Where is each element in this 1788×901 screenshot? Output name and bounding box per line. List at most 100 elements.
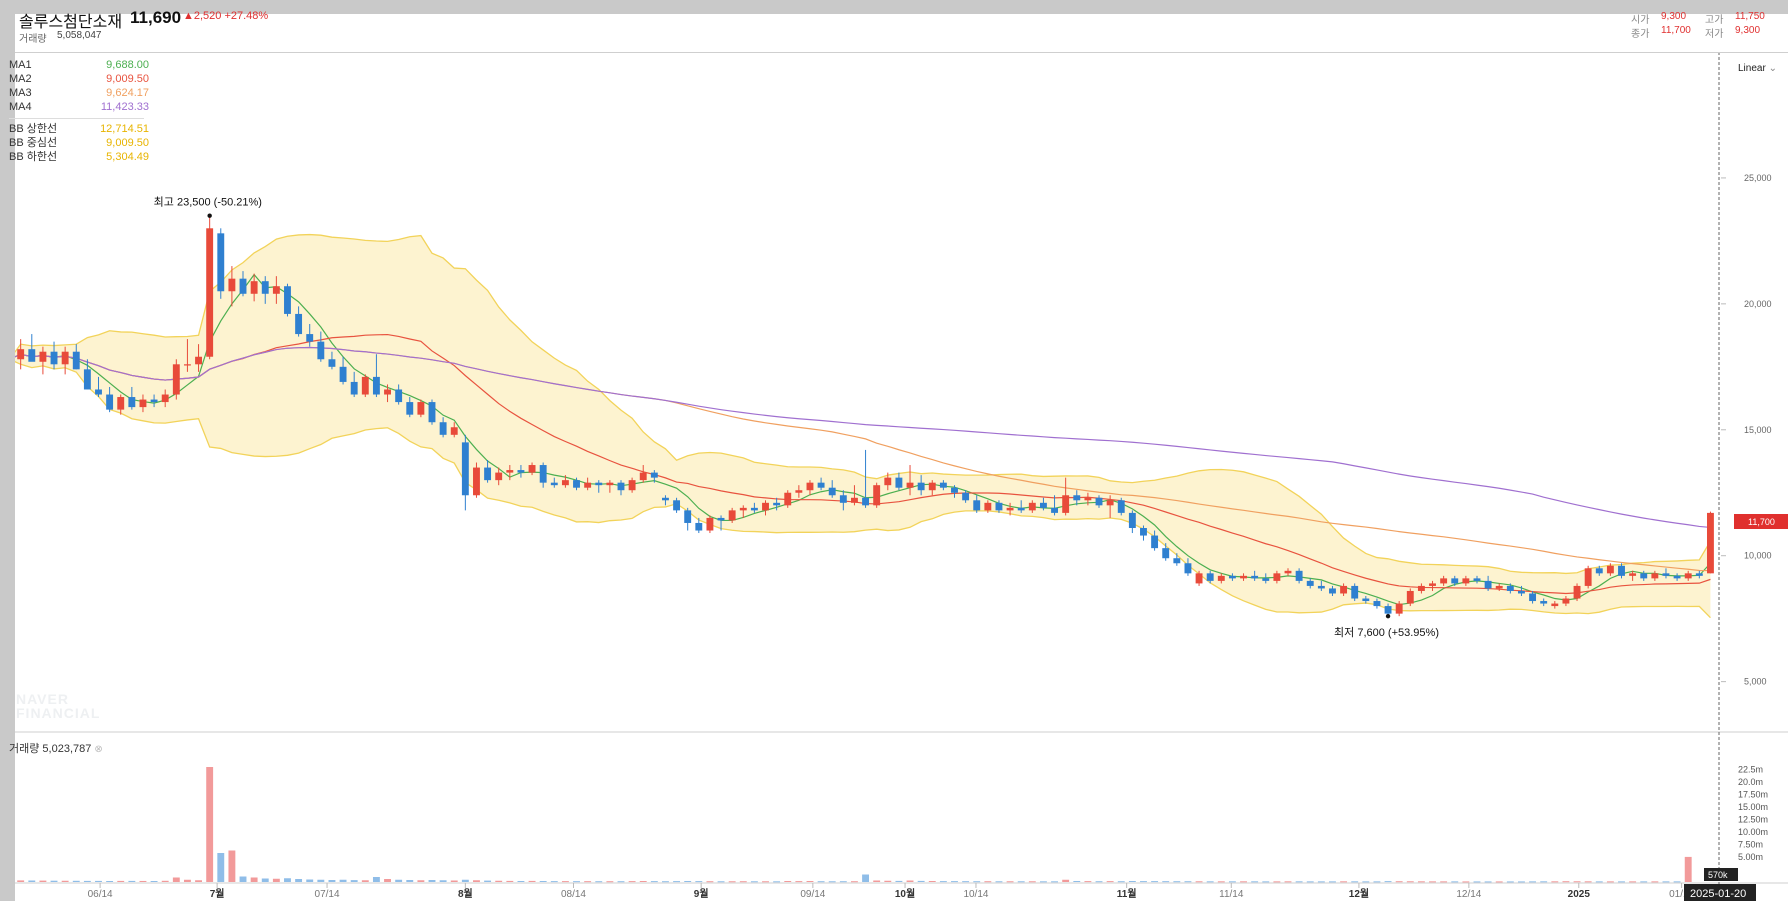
volume-bar [650, 881, 658, 883]
candle [106, 394, 114, 410]
crosshair-date: 2025-01-20 [1690, 888, 1746, 900]
scale-selector[interactable]: Linear ⌄ [1738, 63, 1777, 74]
x-tick-label: 11월 [1117, 888, 1137, 900]
volume-bar [1417, 881, 1425, 883]
candle [862, 497, 870, 506]
volume-bar [806, 881, 814, 882]
candle [684, 510, 692, 523]
volume-bar [372, 877, 380, 882]
candle [1228, 575, 1236, 579]
legend-name: MA3 [9, 87, 32, 99]
volume-bar [1673, 881, 1681, 883]
legend-divider [9, 118, 144, 119]
volume-tick-label: 12.50m [1738, 815, 1768, 825]
candle [350, 381, 358, 395]
volume-bar [606, 881, 614, 883]
x-tick-label: 8월 [458, 888, 473, 900]
indicator-legend: MA1 9,688.00 MA2 9,009.50 MA3 9,624.17 MA4 11,4… [9, 58, 149, 164]
candle [850, 497, 858, 503]
x-tick-label: 7월 [210, 888, 225, 900]
candle [1295, 570, 1303, 581]
volume-bar [439, 880, 447, 882]
candle [239, 278, 247, 294]
legend-ma-0: MA1 9,688.00 [9, 58, 149, 72]
candle [1662, 573, 1670, 576]
candle [1451, 578, 1459, 584]
volume-bar [873, 880, 881, 882]
candle [1184, 563, 1192, 574]
volume-value: 5,058,047 [57, 30, 102, 41]
open-price: 시가 9,300 [1631, 11, 1687, 26]
volume-bar [183, 879, 191, 882]
candle [639, 472, 647, 481]
x-tick-label: 10/14 [963, 889, 988, 900]
volume-bar [161, 880, 169, 882]
candle [1562, 598, 1570, 604]
volume-bar [450, 880, 458, 882]
volume-bar [72, 880, 80, 882]
candle [1084, 497, 1092, 501]
x-tick-label: 08/14 [561, 889, 586, 900]
candle [595, 482, 603, 486]
volume-bar [1640, 881, 1648, 883]
volume-bar [1684, 856, 1692, 882]
volume-bar [295, 879, 303, 882]
current-price-tag: 11,700 [1748, 517, 1775, 527]
volume-bar [350, 880, 358, 882]
candle [528, 465, 536, 473]
legend-name: MA1 [9, 59, 32, 71]
volume-tick-label: 10.00m [1738, 827, 1768, 837]
volume-bar [773, 881, 781, 883]
volume-bar [662, 881, 669, 883]
volume-bar [217, 853, 225, 882]
volume-label: 거래량 [19, 34, 47, 45]
volume-bar [1106, 881, 1114, 883]
x-tick-label: 11/14 [1219, 889, 1244, 900]
volume-bar [284, 878, 291, 882]
volume-bar [539, 881, 547, 882]
candle [1051, 507, 1058, 513]
chevron-down-icon: ⌄ [1768, 63, 1777, 74]
x-tick-label: 12/14 [1456, 889, 1481, 900]
candle [1251, 575, 1259, 579]
volume-bar [1117, 881, 1125, 883]
candle [584, 482, 592, 488]
volume-bar [1017, 881, 1025, 883]
candle [795, 490, 803, 493]
candle [328, 359, 336, 367]
candle [1529, 593, 1537, 602]
volume-bar [962, 881, 970, 883]
candle [728, 510, 736, 521]
candle [1073, 495, 1081, 501]
candle [695, 522, 703, 531]
volume-tick-label: 20.0m [1738, 777, 1763, 787]
x-tick-label: 06/14 [88, 889, 113, 900]
volume-bar [17, 880, 25, 882]
volume-bar [172, 877, 180, 882]
close-icon[interactable]: ⊗ [94, 744, 102, 755]
volume-bar [828, 881, 836, 883]
price-chart[interactable]: 5,000 10,000 15,000 20,000 25,000 5.00m 7.50m 1… [0, 0, 1788, 901]
volume-bar [239, 876, 247, 882]
volume-tick-label: 7.50m [1738, 840, 1763, 850]
volume-bar [1251, 881, 1259, 883]
candle [1173, 558, 1181, 564]
volume-bar [928, 881, 936, 882]
volume-bar [1329, 881, 1336, 883]
volume-bar [1051, 881, 1058, 883]
candle [784, 492, 792, 506]
volume-bar [1195, 881, 1203, 883]
candle [1673, 575, 1681, 579]
volume-bar [1662, 881, 1670, 883]
candle [183, 364, 191, 366]
volume-bar [1073, 881, 1081, 882]
candle [1273, 573, 1281, 581]
volume-bar [684, 881, 692, 882]
candle [839, 495, 847, 503]
legend-value: 9,624.17 [106, 87, 149, 99]
volume-bar [750, 881, 758, 883]
candle [706, 517, 714, 531]
candle [650, 472, 658, 478]
candle [1095, 497, 1103, 506]
candle [372, 376, 380, 395]
